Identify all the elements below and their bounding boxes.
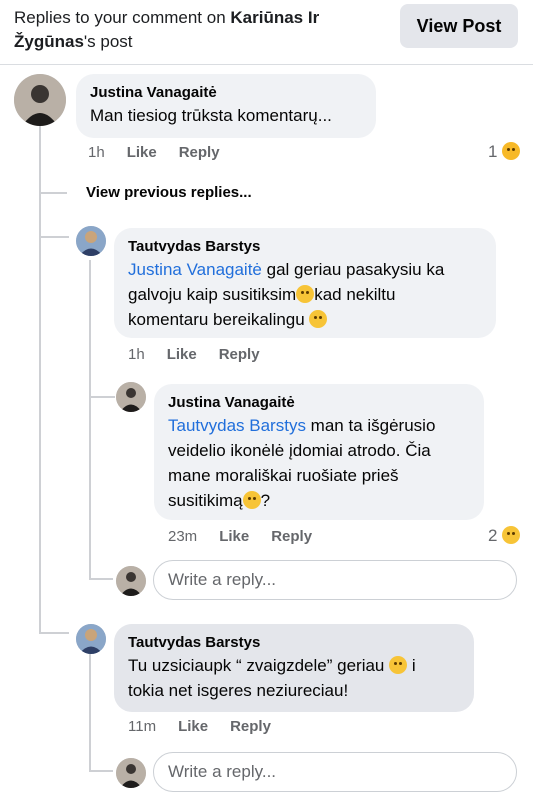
comment-text: Tautvydas Barstys man ta išgėrusio veide… (168, 416, 436, 510)
comment-text: Justina Vanagaitė gal geriau pasakysiu k… (128, 260, 445, 329)
comment-bubble: Tautvydas Barstys Tu uzsiciaupk “ zvaigz… (114, 624, 474, 712)
reply-button[interactable]: Reply (230, 718, 271, 735)
header-prefix: Replies to your comment on (14, 8, 231, 27)
thread-branch-reply3 (39, 632, 69, 634)
comment-author[interactable]: Tautvydas Barstys (128, 237, 482, 257)
person-icon (76, 624, 106, 654)
person-icon (14, 74, 66, 126)
reply-button[interactable]: Reply (179, 144, 220, 161)
avatar-current-user (116, 566, 146, 596)
comment-bubble: Justina Vanagaitė Tautvydas Barstys man … (154, 384, 484, 520)
reply-input[interactable]: Write a reply... (153, 752, 517, 792)
comment-bubble: Justina Vanagaitė Man tiesiog trūksta ko… (76, 74, 376, 138)
person-icon (116, 566, 146, 596)
header-divider (0, 64, 533, 65)
comment-time: 11m (128, 718, 157, 735)
thread-line-reply1 (89, 260, 91, 580)
comment-author[interactable]: Tautvydas Barstys (128, 633, 460, 653)
view-previous-replies-link[interactable]: View previous replies... (86, 184, 252, 201)
header-suffix: 's post (83, 32, 133, 51)
comment-text: Tu uzsiciaupk “ zvaigzdele” geriau i tok… (128, 656, 416, 700)
laugh-emoji-icon (502, 526, 521, 544)
comment-author[interactable]: Justina Vanagaitė (168, 393, 470, 413)
nerd-emoji-icon (242, 491, 261, 509)
thread-line-main (39, 124, 41, 634)
notification-header: Replies to your comment on Kariūnas Ir Ž… (14, 6, 374, 54)
comment-author[interactable]: Justina Vanagaitė (90, 83, 362, 103)
mention-link[interactable]: Tautvydas Barstys (168, 416, 306, 435)
thread-line-reply3 (89, 654, 91, 772)
avatar-tautvydas[interactable] (76, 226, 106, 256)
comment-bubble: Tautvydas Barstys Justina Vanagaitė gal … (114, 228, 496, 338)
woozy-emoji-icon (296, 285, 315, 303)
thread-branch-viewprev (39, 192, 67, 194)
comment-actions: 1h Like Reply (88, 144, 242, 161)
reaction-summary[interactable]: 1 (488, 142, 521, 162)
woozy-emoji-icon (389, 656, 408, 674)
reply-button[interactable]: Reply (219, 346, 260, 363)
avatar-current-user (116, 758, 146, 788)
person-icon (116, 382, 146, 412)
comment-actions: 23m Like Reply (168, 528, 334, 545)
reaction-count: 1 (488, 142, 498, 161)
thread-branch-write1 (89, 578, 113, 580)
mention-link[interactable]: Justina Vanagaitė (128, 260, 262, 279)
person-icon (116, 758, 146, 788)
woozy-emoji-icon (309, 310, 328, 328)
reaction-count: 2 (488, 526, 498, 545)
like-button[interactable]: Like (127, 144, 157, 161)
like-button[interactable]: Like (178, 718, 208, 735)
thread-branch-reply2 (89, 396, 115, 398)
reply-input[interactable]: Write a reply... (153, 560, 517, 600)
thread-branch-write2 (89, 770, 113, 772)
comment-time: 1h (88, 144, 105, 161)
comment-actions: 11m Like Reply (128, 718, 293, 735)
like-button[interactable]: Like (167, 346, 197, 363)
view-post-button[interactable]: View Post (400, 4, 518, 48)
avatar-justina[interactable] (14, 74, 66, 126)
comment-actions: 1h Like Reply (128, 346, 282, 363)
avatar-tautvydas[interactable] (76, 624, 106, 654)
person-icon (76, 226, 106, 256)
like-button[interactable]: Like (219, 528, 249, 545)
comment-text: Man tiesiog trūksta komentarų... (90, 106, 332, 125)
comment-time: 1h (128, 346, 145, 363)
reaction-summary[interactable]: 2 (488, 526, 521, 546)
thread-branch-reply1 (39, 236, 69, 238)
reply-button[interactable]: Reply (271, 528, 312, 545)
hug-emoji-icon (502, 142, 521, 160)
comment-time: 23m (168, 528, 198, 545)
avatar-justina[interactable] (116, 382, 146, 412)
